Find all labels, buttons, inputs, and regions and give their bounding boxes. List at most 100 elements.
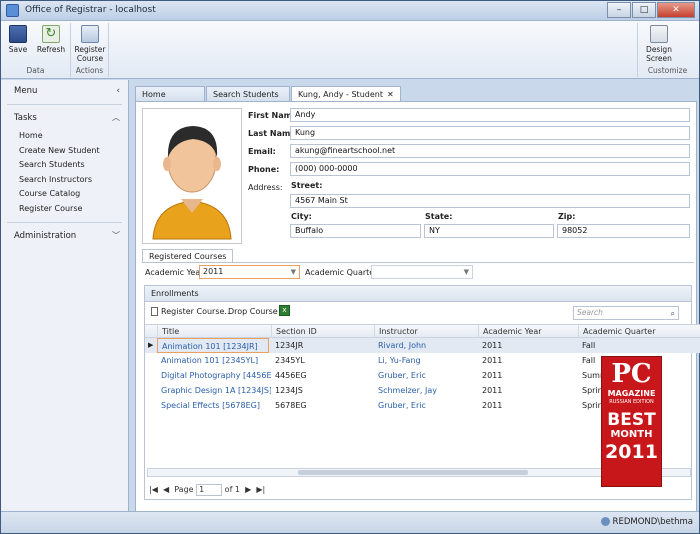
table-row[interactable]: ▶ Animation 101 [1234JR] 1234JR Rivard, … <box>145 338 700 353</box>
city-field[interactable]: Buffalo <box>290 224 421 238</box>
current-user-label: REDMOND\bethma <box>612 517 693 527</box>
academic-quarter-select[interactable]: ▼ <box>371 265 473 279</box>
academic-quarter-label: Academic Quarter: <box>305 268 381 277</box>
section-id-cell: 1234JS <box>275 386 303 395</box>
sidebar-item-search-instructors[interactable]: Search Instructors <box>1 173 128 188</box>
section-id-cell: 4456EG <box>275 371 307 380</box>
course-title-link[interactable]: Digital Photography [4456EG] <box>157 368 271 383</box>
page-count-label: of 1 <box>224 485 241 494</box>
divider <box>7 222 122 223</box>
chevron-up-icon[interactable]: ︿ <box>112 107 120 129</box>
search-input[interactable]: Search ⌕ <box>573 306 679 320</box>
chevron-down-icon[interactable]: ﹀ <box>112 225 120 247</box>
last-page-icon[interactable]: ▶| <box>256 485 265 494</box>
tab-label: Home <box>142 90 166 99</box>
document-tabs: Home Search Students Kung, Andy - Studen… <box>135 86 402 103</box>
minimize-button[interactable]: – <box>607 2 631 18</box>
course-title-link[interactable]: Animation 101 [2345YL] <box>157 353 271 368</box>
save-label: Save <box>8 45 28 54</box>
phone-field[interactable]: (000) 000-0000 <box>290 162 690 176</box>
tab-label: Search Students <box>213 90 279 99</box>
save-button[interactable]: Save <box>5 25 31 54</box>
state-label: State: <box>425 212 453 221</box>
design-label-2: Screen <box>646 54 672 63</box>
street-label: Street: <box>291 181 323 190</box>
current-user: REDMOND\bethma <box>600 517 693 527</box>
collapse-left-icon[interactable]: ‹ <box>116 80 120 102</box>
ribbon-group-customize: Design Screen Customize <box>637 23 697 77</box>
page-number-input[interactable]: 1 <box>196 483 223 496</box>
pager: |◀ ◀ Page 1 of 1 ▶ ▶| <box>149 483 265 497</box>
refresh-icon: ↻ <box>42 25 60 43</box>
phone-label: Phone: <box>248 165 280 174</box>
next-page-icon[interactable]: ▶ <box>245 485 251 494</box>
section-id-cell: 2345YL <box>275 356 305 365</box>
badge-month-text: MONTH <box>610 429 653 440</box>
divider <box>142 262 694 263</box>
instructor-link[interactable]: Rivard, John <box>374 338 478 353</box>
search-icon[interactable]: ⌕ <box>671 308 675 320</box>
tasks-section-header[interactable]: Tasks ︿ <box>1 107 128 129</box>
academic-year-cell: 2011 <box>482 386 503 395</box>
refresh-label: Refresh <box>36 45 66 54</box>
first-name-field[interactable]: Andy <box>290 108 690 122</box>
current-row-icon: ▶ <box>148 341 154 349</box>
course-title-link[interactable]: Special Effects [5678EG] <box>157 398 271 413</box>
export-excel-icon[interactable]: x <box>279 305 290 316</box>
tab-home[interactable]: Home <box>135 86 205 102</box>
column-header-academic-year[interactable]: Academic Year <box>478 325 578 339</box>
instructor-link[interactable]: Gruber, Eric <box>374 398 478 413</box>
first-page-icon[interactable]: |◀ <box>149 485 158 494</box>
refresh-button[interactable]: ↻ Refresh <box>35 25 67 54</box>
pc-magazine-award-badge: PC MAGAZINE RUSSIAN EDITION BEST MONTH 2… <box>601 356 662 487</box>
column-header-academic-quarter[interactable]: Academic Quarter <box>578 325 693 339</box>
column-header-section-id[interactable]: Section ID <box>271 325 374 339</box>
email-field[interactable]: akung@fineartschool.net <box>290 144 690 158</box>
badge-edition-text: RUSSIAN EDITION <box>609 399 654 405</box>
tab-registered-courses[interactable]: Registered Courses <box>142 249 234 263</box>
design-screen-button[interactable]: Design Screen <box>642 25 676 63</box>
email-label: Email: <box>248 147 276 156</box>
sidebar-item-home[interactable]: Home <box>1 129 128 144</box>
dropdown-arrow-icon: ▼ <box>463 268 469 276</box>
address-label: Address: <box>248 183 283 192</box>
course-title-link[interactable]: Animation 101 [1234JR] <box>157 338 269 353</box>
street-field[interactable]: 4567 Main St <box>290 194 690 208</box>
tab-search-students[interactable]: Search Students <box>206 86 290 102</box>
instructor-link[interactable]: Li, Yu-Fang <box>374 353 478 368</box>
register-course-link-button[interactable]: Register Course... <box>151 307 232 316</box>
sidebar-item-search-students[interactable]: Search Students <box>1 158 128 173</box>
instructor-link[interactable]: Gruber, Eric <box>374 368 478 383</box>
scrollbar-thumb[interactable] <box>298 470 528 475</box>
close-tab-icon[interactable]: ✕ <box>387 90 394 99</box>
close-button[interactable]: ✕ <box>657 2 695 18</box>
dropdown-arrow-icon: ▼ <box>290 268 296 276</box>
course-title-link[interactable]: Graphic Design 1A [1234JS] <box>157 383 271 398</box>
academic-year-select[interactable]: 2011 ▼ <box>199 265 300 279</box>
ribbon: Save ↻ Refresh Data Register Course Acti… <box>1 21 699 79</box>
status-bar: REDMOND\bethma <box>1 511 699 533</box>
previous-page-icon[interactable]: ◀ <box>163 485 169 494</box>
menu-label: Menu <box>14 86 38 96</box>
sidebar-item-register-course[interactable]: Register Course <box>1 202 128 217</box>
maximize-button[interactable]: □ <box>632 2 656 18</box>
column-header-title[interactable]: Title <box>157 325 271 339</box>
instructor-link[interactable]: Schmelzer, Jay <box>374 383 478 398</box>
state-field[interactable]: NY <box>424 224 554 238</box>
sidebar-item-course-catalog[interactable]: Course Catalog <box>1 187 128 202</box>
column-header-instructor[interactable]: Instructor <box>374 325 478 339</box>
enrollments-toolbar: Register Course... Drop Course x Search … <box>145 304 700 322</box>
drop-course-button[interactable]: Drop Course <box>228 307 278 316</box>
grid-header-row: Title Section ID Instructor Academic Yea… <box>145 324 700 339</box>
search-placeholder: Search <box>577 308 603 317</box>
register-course-button[interactable]: Register Course <box>73 25 107 63</box>
last-name-field[interactable]: Kung <box>290 126 690 140</box>
student-photo <box>142 108 242 244</box>
user-icon <box>600 517 610 526</box>
menu-header[interactable]: Menu ‹ <box>1 80 128 102</box>
administration-section-header[interactable]: Administration ﹀ <box>1 225 128 247</box>
sidebar-item-create-new-student[interactable]: Create New Student <box>1 144 128 159</box>
zip-field[interactable]: 98052 <box>557 224 690 238</box>
app-window: Office of Registrar - localhost – □ ✕ Sa… <box>0 0 700 534</box>
ribbon-group-label: Actions <box>75 66 104 75</box>
